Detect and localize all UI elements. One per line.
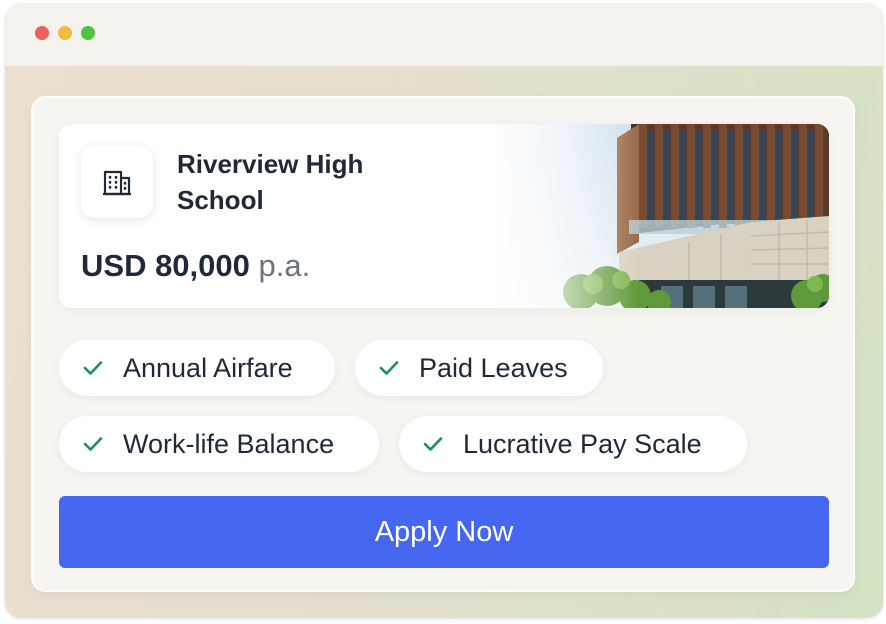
- benefit-chip-work-life-balance: Work-life Balance: [59, 416, 379, 472]
- benefit-chip-lucrative-pay-scale: Lucrative Pay Scale: [399, 416, 747, 472]
- minimize-window-button[interactable]: [58, 26, 72, 40]
- building-icon: [103, 170, 131, 196]
- benefit-chip-paid-leaves: Paid Leaves: [355, 340, 603, 396]
- window-titlebar: [5, 4, 883, 66]
- benefit-chip-annual-airfare: Annual Airfare: [59, 340, 335, 396]
- salary: USD 80,000 p.a.: [81, 246, 310, 286]
- job-card: Riverview High School USD 80,000 p.a. An…: [33, 98, 853, 590]
- school-name: Riverview High School: [177, 149, 364, 215]
- benefit-label: Work-life Balance: [123, 428, 335, 459]
- photo-fade-overlay: [489, 124, 639, 308]
- school-building-photo: [489, 124, 829, 308]
- check-icon: [379, 361, 399, 375]
- salary-unit: p.a.: [258, 248, 311, 283]
- apply-now-button[interactable]: Apply Now: [59, 496, 829, 568]
- check-icon: [83, 361, 103, 375]
- job-header: Riverview High School USD 80,000 p.a.: [59, 124, 829, 308]
- close-window-button[interactable]: [35, 26, 49, 40]
- check-icon: [83, 437, 103, 451]
- benefit-label: Annual Airfare: [123, 352, 293, 383]
- maximize-window-button[interactable]: [81, 26, 95, 40]
- salary-amount: USD 80,000: [81, 248, 250, 283]
- school-logo: [81, 146, 153, 218]
- benefit-label: Paid Leaves: [419, 352, 568, 383]
- check-icon: [423, 437, 443, 451]
- browser-window: Riverview High School USD 80,000 p.a. An…: [5, 4, 883, 618]
- benefit-label: Lucrative Pay Scale: [463, 428, 702, 459]
